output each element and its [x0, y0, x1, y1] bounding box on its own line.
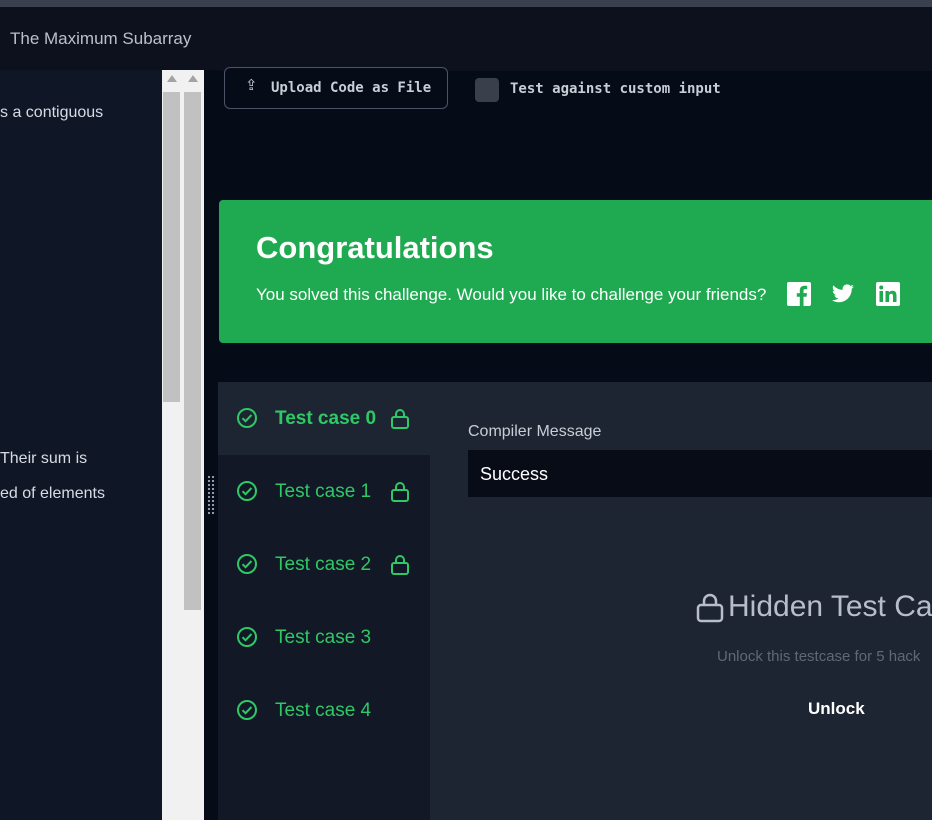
- test-case-list: Test case 0 Test case 1 Test case 2 Test…: [218, 382, 430, 820]
- custom-input-checkbox[interactable]: [475, 78, 499, 102]
- lock-icon: [391, 482, 409, 502]
- lock-icon: [696, 593, 724, 623]
- compiler-message-value: Success: [480, 464, 549, 484]
- problem-text-fragment: s a contiguous: [0, 104, 104, 121]
- scrollbar-thumb[interactable]: [184, 92, 201, 610]
- lock-icon: [391, 409, 409, 429]
- scroll-up-arrow-icon[interactable]: [167, 75, 177, 82]
- scroll-up-arrow-icon[interactable]: [188, 75, 198, 82]
- test-case-label: Test case 1: [275, 481, 372, 502]
- upload-code-button[interactable]: ⇪ Upload Code as File: [224, 67, 448, 109]
- test-case-label: Test case 3: [275, 627, 372, 648]
- test-case-label: Test case 0: [275, 408, 377, 429]
- check-circle-icon: [237, 481, 257, 501]
- lock-icon: [391, 555, 409, 575]
- window-top-strip: [0, 0, 932, 7]
- upload-icon: ⇪: [245, 76, 258, 94]
- unlock-button[interactable]: Unlock: [808, 699, 865, 719]
- congratulations-banner: Congratulations You solved this challeng…: [219, 200, 932, 343]
- check-circle-icon: [237, 554, 257, 574]
- test-case-label: Test case 2: [275, 554, 372, 575]
- congratulations-title: Congratulations: [256, 230, 494, 265]
- facebook-icon[interactable]: [787, 282, 811, 306]
- problem-text-fragment: Their sum is: [0, 450, 88, 467]
- twitter-icon[interactable]: [831, 282, 855, 306]
- check-circle-icon: [237, 408, 257, 428]
- custom-input-label[interactable]: Test against custom input: [510, 81, 721, 97]
- linkedin-icon[interactable]: [876, 282, 900, 306]
- page-title: The Maximum Subarray: [10, 29, 192, 48]
- hidden-test-case-subtitle: Unlock this testcase for 5 hack: [717, 648, 921, 665]
- test-case-item-1[interactable]: Test case 1: [218, 455, 430, 528]
- scrollbar-thumb[interactable]: [163, 92, 180, 402]
- drag-grip-icon[interactable]: [207, 475, 215, 515]
- compiler-message-label: Compiler Message: [468, 423, 602, 440]
- problem-description-panel: s a contiguous Their sum is ed of elemen…: [0, 70, 162, 820]
- problem-scrollbars[interactable]: [162, 70, 204, 820]
- test-case-label: Test case 4: [275, 700, 372, 721]
- test-case-item-2[interactable]: Test case 2: [218, 528, 430, 601]
- scrollbar-left[interactable]: [162, 70, 182, 820]
- check-circle-icon: [237, 627, 257, 647]
- panel-resize-handle[interactable]: [204, 70, 218, 820]
- check-circle-icon: [237, 700, 257, 720]
- test-case-item-3[interactable]: Test case 3: [218, 601, 430, 674]
- page-header: The Maximum Subarray: [0, 7, 932, 71]
- test-case-item-0[interactable]: Test case 0: [218, 382, 430, 455]
- test-case-item-4[interactable]: Test case 4: [218, 674, 430, 747]
- compiler-message-box: Success: [468, 450, 932, 497]
- scrollbar-right[interactable]: [183, 70, 203, 820]
- congratulations-message: You solved this challenge. Would you lik…: [256, 285, 767, 304]
- upload-code-label: Upload Code as File: [271, 80, 432, 96]
- problem-text-fragment: ed of elements: [0, 485, 105, 502]
- hidden-test-case-title: Hidden Test Ca: [728, 590, 932, 623]
